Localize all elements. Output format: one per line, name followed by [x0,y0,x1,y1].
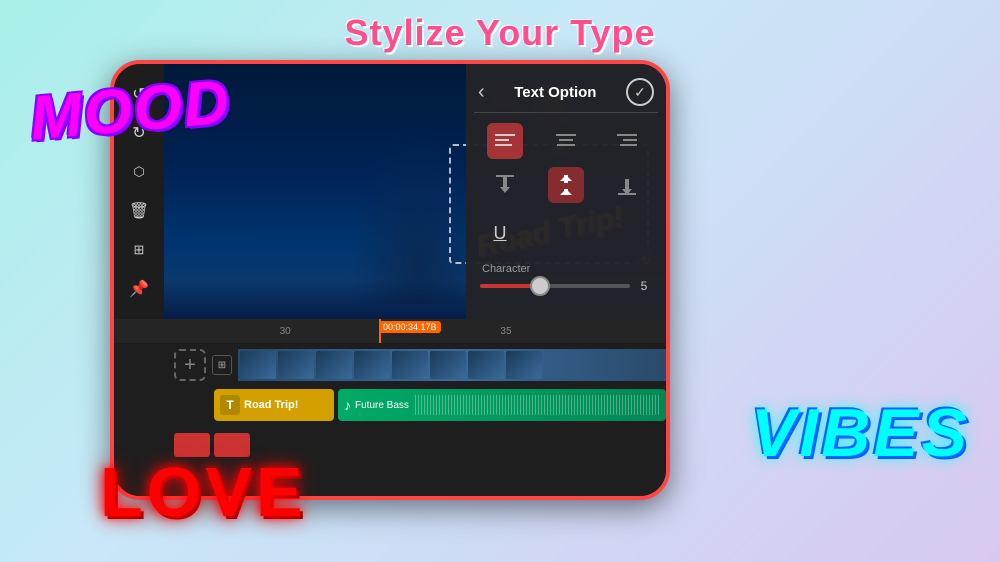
back-button[interactable]: ‹ [478,81,485,104]
horizontal-align-row [474,123,658,159]
character-slider[interactable] [480,284,630,288]
main-title: Stylize Your Type [0,12,1000,54]
audio-track[interactable]: ♪ Future Bass [338,389,666,421]
text-track-icon: T [220,395,240,415]
align-top-button[interactable] [487,167,523,203]
text-track[interactable]: T Road Trip! [214,389,334,421]
add-media-button[interactable]: + [174,349,206,381]
video-thumb-6 [430,351,466,379]
time-marker-35: 35 [500,326,511,337]
panel-title: Text Option [514,84,596,101]
keyframe-button[interactable]: ⬡ [121,154,157,190]
align-right-button[interactable] [609,123,645,159]
audio-waveform [413,395,660,415]
underline-row: U [474,211,658,255]
music-note-icon: ♪ [344,397,351,413]
split-button[interactable]: ⊞ [121,232,157,268]
video-thumb-7 [468,351,504,379]
confirm-button[interactable]: ✓ [626,78,654,106]
video-thumb-3 [316,351,352,379]
underline-button[interactable]: U [482,215,518,251]
align-center-button[interactable] [548,123,584,159]
video-track-row: + ⊞ [174,347,666,383]
video-thumb-8 [506,351,542,379]
align-middle-button[interactable] [548,167,584,203]
panel-header: ‹ Text Option ✓ [474,72,658,113]
video-thumb-4 [354,351,390,379]
vertical-align-row [474,167,658,203]
align-bottom-button[interactable] [609,167,645,203]
align-left-button[interactable] [487,123,523,159]
right-panel: ‹ Text Option ✓ [466,64,666,319]
delete-button[interactable]: 🗑 [121,193,157,229]
slider-value: 5 [636,279,652,293]
video-track[interactable] [238,349,666,381]
slider-thumb[interactable] [530,276,550,296]
text-audio-row: T Road Trip! ♪ Future Bass [174,387,666,423]
slider-row: 5 [474,279,658,293]
text-clip-label: Road Trip! [244,399,298,411]
vibes-decoration: VIBES [751,394,970,472]
love-decoration: LOVE [100,452,307,532]
audio-label: Future Bass [355,400,409,411]
track-settings-button[interactable]: ⊞ [212,355,232,375]
track-side-controls: + ⊞ [174,349,234,381]
timeline-ruler: 00:00:34.17B 30 35 [114,319,666,343]
video-thumb-5 [392,351,428,379]
pin-button[interactable]: 📌 [121,271,157,307]
video-thumb-1 [240,351,276,379]
video-thumb-2 [278,351,314,379]
time-marker-30: 30 [280,326,291,337]
character-label: Character [474,263,658,279]
playhead-time-badge: 00:00:34.17B [379,321,441,333]
